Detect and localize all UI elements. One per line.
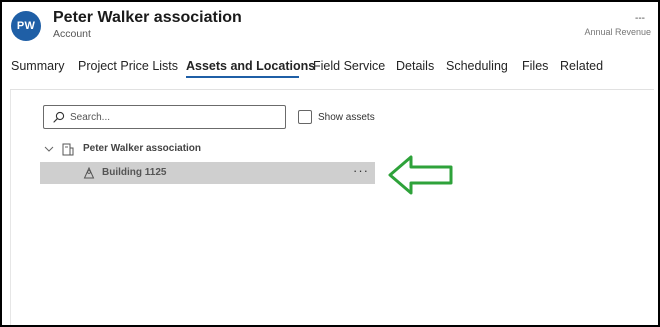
active-tab-indicator bbox=[186, 76, 299, 78]
tab-related[interactable]: Related bbox=[560, 59, 603, 73]
tree-root-label: Peter Walker association bbox=[83, 143, 202, 154]
location-pin-icon bbox=[83, 167, 95, 179]
tab-project-price-lists[interactable]: Project Price Lists bbox=[78, 59, 178, 73]
tree-item-label: Building 1125 bbox=[102, 167, 167, 178]
app-frame: PW Peter Walker association Account --- … bbox=[2, 2, 658, 325]
tree-root-node[interactable]: Peter Walker association bbox=[41, 140, 381, 160]
tab-details[interactable]: Details bbox=[396, 59, 434, 73]
show-assets-toggle[interactable]: Show assets bbox=[298, 109, 375, 125]
arrow-left-annotation-icon bbox=[388, 155, 453, 195]
search-input[interactable] bbox=[70, 108, 280, 126]
tab-field-service[interactable]: Field Service bbox=[313, 59, 385, 73]
show-assets-checkbox[interactable] bbox=[298, 110, 312, 124]
search-icon bbox=[53, 111, 65, 123]
annual-revenue-label: Annual Revenue bbox=[584, 27, 651, 37]
chevron-down-icon[interactable] bbox=[44, 145, 54, 153]
record-entity-type: Account bbox=[53, 28, 91, 40]
tab-assets-and-locations[interactable]: Assets and Locations bbox=[186, 59, 315, 73]
tab-scheduling[interactable]: Scheduling bbox=[446, 59, 508, 73]
more-options-icon[interactable]: ··· bbox=[353, 164, 369, 178]
show-assets-label: Show assets bbox=[318, 111, 375, 123]
search-box[interactable] bbox=[43, 105, 286, 129]
account-avatar: PW bbox=[11, 11, 41, 41]
record-tabs: Summary Project Price Lists Assets and L… bbox=[2, 56, 658, 82]
tab-files[interactable]: Files bbox=[522, 59, 548, 73]
annual-revenue-value: --- bbox=[635, 13, 645, 24]
record-title: Peter Walker association bbox=[53, 9, 242, 26]
record-header: PW Peter Walker association Account --- … bbox=[2, 2, 658, 52]
assets-locations-panel: Show assets Peter Walker association Bui… bbox=[10, 90, 656, 325]
tree-item-building-1125[interactable]: Building 1125 ··· bbox=[40, 162, 375, 184]
building-outline-icon bbox=[62, 143, 74, 156]
tab-summary[interactable]: Summary bbox=[11, 59, 64, 73]
